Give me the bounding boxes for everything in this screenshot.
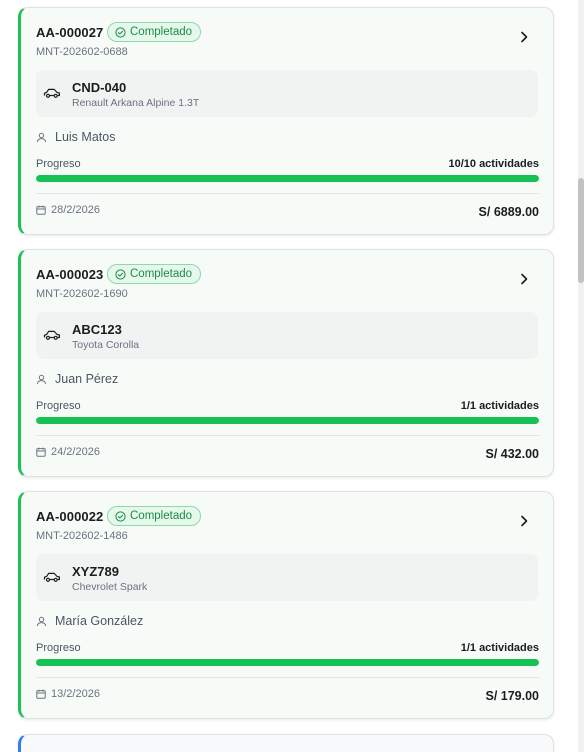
- vehicle-box: ABC123 Toyota Corolla: [36, 312, 538, 359]
- order-card[interactable]: AA-000023 Completado MNT-202602-1690 ABC…: [18, 249, 554, 477]
- order-card-partial[interactable]: [18, 734, 554, 752]
- order-code: AA-000022: [36, 509, 104, 524]
- client-name: Luis Matos: [55, 130, 116, 144]
- vehicle-plate: CND-040: [72, 80, 127, 95]
- order-code: AA-000023: [36, 267, 104, 282]
- car-icon: [43, 88, 60, 98]
- client-row: Juan Pérez: [36, 372, 118, 386]
- order-amount: S/ 432.00: [485, 447, 539, 461]
- status-badge: Completado: [107, 264, 202, 284]
- vehicle-box: XYZ789 Chevrolet Spark: [36, 554, 538, 601]
- status-label: Completado: [130, 26, 193, 38]
- progress-bar-fill: [36, 175, 539, 182]
- check-circle-icon: [115, 26, 126, 38]
- client-name: Juan Pérez: [55, 372, 119, 386]
- order-card[interactable]: AA-000027 Completado MNT-202602-0688 CND…: [18, 7, 554, 235]
- order-reference: MNT-202602-1486: [36, 530, 128, 542]
- progress-count: 1/1 actividades: [460, 642, 539, 654]
- progress-label: Progreso: [36, 400, 81, 412]
- progress-label: Progreso: [36, 642, 81, 654]
- date-row: 13/2/2026: [36, 688, 100, 700]
- car-icon: [43, 330, 60, 340]
- date-row: 28/2/2026: [36, 204, 100, 216]
- order-amount: S/ 6889.00: [478, 205, 539, 219]
- progress-label: Progreso: [36, 158, 81, 170]
- vehicle-model: Renault Arkana Alpine 1.3T: [72, 97, 200, 109]
- progress-bar-fill: [36, 659, 539, 666]
- order-code: AA-000027: [36, 25, 104, 40]
- date-row: 24/2/2026: [36, 446, 100, 458]
- car-icon: [43, 572, 60, 582]
- order-card[interactable]: AA-000022 Completado MNT-202602-1486 XYZ…: [18, 491, 554, 719]
- order-date: 13/2/2026: [51, 688, 100, 700]
- progress-count: 1/1 actividades: [460, 400, 539, 412]
- progress-bar-fill: [36, 417, 539, 424]
- order-reference: MNT-202602-1690: [36, 288, 128, 300]
- vehicle-plate: ABC123: [72, 322, 122, 337]
- scrollbar-thumb[interactable]: [578, 178, 584, 283]
- vehicle-model: Toyota Corolla: [72, 339, 140, 351]
- chevron-right-icon[interactable]: [517, 514, 531, 528]
- calendar-icon: [36, 447, 46, 457]
- calendar-icon: [36, 205, 46, 215]
- vehicle-model: Chevrolet Spark: [72, 581, 148, 593]
- check-circle-icon: [115, 510, 126, 522]
- divider: [36, 193, 539, 194]
- order-date: 24/2/2026: [51, 446, 100, 458]
- client-row: Luis Matos: [36, 130, 115, 144]
- client-name: María González: [55, 614, 144, 628]
- progress-bar: [36, 659, 539, 666]
- order-date: 28/2/2026: [51, 204, 100, 216]
- check-circle-icon: [115, 268, 126, 280]
- progress-bar: [36, 417, 539, 424]
- order-reference: MNT-202602-0688: [36, 46, 128, 58]
- user-icon: [36, 616, 47, 626]
- divider: [36, 677, 539, 678]
- user-icon: [36, 132, 47, 142]
- chevron-right-icon[interactable]: [517, 30, 531, 44]
- progress-bar: [36, 175, 539, 182]
- client-row: María González: [36, 614, 143, 628]
- status-label: Completado: [130, 510, 193, 522]
- chevron-right-icon[interactable]: [517, 272, 531, 286]
- status-badge: Completado: [107, 506, 202, 526]
- divider: [36, 435, 539, 436]
- vehicle-box: CND-040 Renault Arkana Alpine 1.3T: [36, 70, 538, 117]
- scrollbar-track[interactable]: [578, 0, 584, 752]
- progress-count: 10/10 actividades: [448, 158, 539, 170]
- status-label: Completado: [130, 268, 193, 280]
- order-amount: S/ 179.00: [485, 689, 539, 703]
- calendar-icon: [36, 689, 46, 699]
- status-badge: Completado: [107, 22, 202, 42]
- vehicle-plate: XYZ789: [72, 564, 119, 579]
- user-icon: [36, 374, 47, 384]
